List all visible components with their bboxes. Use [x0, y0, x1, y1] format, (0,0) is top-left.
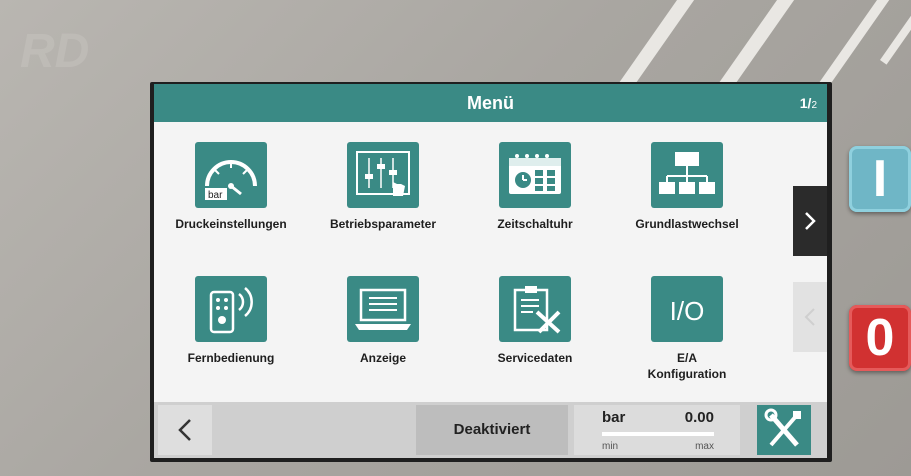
laptop-display-icon: [355, 288, 411, 330]
page-title: Menü: [467, 93, 514, 113]
menu-item-label: Betriebsparameter: [329, 217, 437, 231]
status-bar: Deaktiviert bar 0.00 min max: [154, 402, 827, 458]
pressure-bar: [602, 432, 714, 436]
back-button[interactable]: [158, 405, 212, 455]
io-icon-text: I/O: [670, 296, 705, 326]
menu-item-label: Grundlastwechsel: [635, 217, 739, 231]
menu-item-anzeige[interactable]: Anzeige: [308, 276, 458, 366]
menu-item-label: Anzeige: [359, 351, 406, 365]
menu-tile: [195, 276, 267, 342]
remote-control-icon: [209, 287, 253, 334]
hardware-off-button[interactable]: 0: [849, 305, 911, 371]
wrench-screwdriver-icon: [764, 408, 801, 447]
menu-item-ea-konfiguration[interactable]: I/O E/A Konfiguration: [612, 276, 762, 382]
next-page-button[interactable]: [793, 186, 827, 256]
pressure-unit: bar: [602, 409, 626, 426]
menu-tile: I/O: [651, 276, 723, 342]
background-stripe: [880, 10, 911, 65]
menu-item-label: Servicedaten: [497, 351, 573, 365]
timer-calendar-icon: [509, 154, 561, 194]
menu-item-betriebsparameter[interactable]: Betriebsparameter: [308, 142, 458, 232]
menu-tile: [651, 142, 723, 208]
gauge-unit-text: bar: [208, 190, 223, 201]
network-hierarchy-icon: [659, 152, 715, 194]
menu-tile: [347, 276, 419, 342]
chevron-left-icon: [178, 419, 191, 441]
pressure-gauge-icon: bar: [205, 160, 257, 201]
prev-page-button-disabled: [793, 282, 827, 352]
clipboard-tools-icon: [513, 286, 561, 334]
slider-settings-icon: [356, 151, 410, 196]
chevron-left-icon: [804, 308, 815, 326]
menu-item-label: Zeitschaltuhr: [497, 217, 573, 231]
pressure-max-label: max: [695, 441, 714, 452]
hardware-on-button[interactable]: I: [849, 146, 911, 212]
pressure-readout: bar 0.00 min max: [574, 405, 740, 455]
pressure-min-label: min: [602, 441, 619, 452]
menu-tile: [499, 142, 571, 208]
menu-tile: bar: [195, 142, 267, 208]
page-indicator: 1/2: [799, 95, 817, 111]
menu-item-label: Fernbedienung: [187, 351, 275, 365]
menu-item-label: E/A Konfiguration: [647, 351, 727, 381]
pressure-value: 0.00: [684, 409, 714, 426]
chevron-right-icon: [805, 212, 816, 230]
menu-tile: [499, 276, 571, 342]
menu-item-grundlastwechsel[interactable]: Grundlastwechsel: [612, 142, 762, 232]
brand-watermark: RD: [20, 25, 90, 78]
menu-item-druckeinstellungen[interactable]: bar Druckeinstellungen: [156, 142, 306, 232]
menu-item-fernbedienung[interactable]: Fernbedienung: [156, 276, 306, 366]
menu-item-label: Druckeinstellungen: [175, 217, 287, 231]
io-icon: I/O: [670, 296, 705, 326]
touch-screen: Menü 1/2 bar Druckeinstellungen Betriebs…: [154, 84, 827, 458]
status-display: Deaktiviert: [416, 405, 568, 455]
service-tools-button[interactable]: [757, 405, 811, 455]
menu-item-zeitschaltuhr[interactable]: Zeitschaltuhr: [460, 142, 610, 232]
header-bar: Menü 1/2: [154, 84, 827, 122]
menu-tile: [347, 142, 419, 208]
menu-item-servicedaten[interactable]: Servicedaten: [460, 276, 610, 366]
